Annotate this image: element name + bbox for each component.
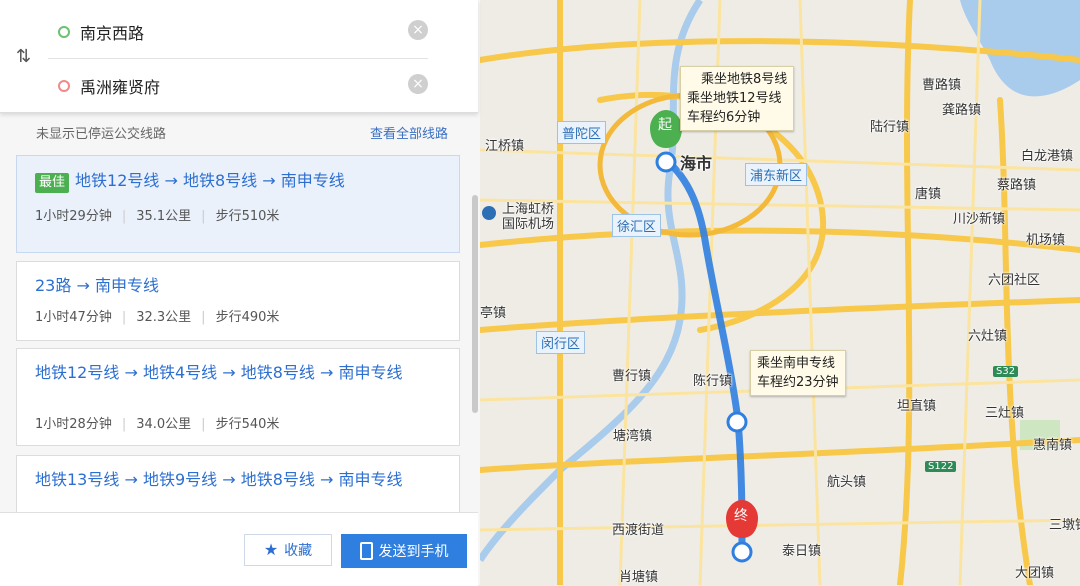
field-divider (48, 58, 428, 59)
route-walk: 步行540米 (215, 417, 280, 432)
transfer-icon (726, 411, 748, 433)
route-title: 地铁12号线 → 地铁4号线 → 地铁8号线 → 南申专线 (35, 363, 403, 382)
route-card-3[interactable]: 地铁12号线 → 地铁4号线 → 地铁8号线 → 南申专线 1小时28分钟 | 34… (16, 348, 460, 446)
route-walk: 步行490米 (215, 310, 280, 325)
route-card-2[interactable]: 23路 → 南申专线 1小时47分钟 | 32.3公里 | 步行490米 (16, 261, 460, 341)
swap-icon[interactable]: ⇅ (16, 46, 31, 67)
place-label: 蔡路镇 (997, 178, 1037, 193)
send-to-phone-button[interactable]: 发送到手机 (341, 534, 467, 568)
place-label: 亭镇 (480, 306, 507, 321)
callout-line: 车程约23分钟 (757, 375, 839, 390)
place-label: 泰日镇 (782, 544, 822, 559)
route-card-1[interactable]: 最佳 地铁12号线 → 地铁8号线 → 南申专线 1小时29分钟 | 35.1公里 | 步… (16, 155, 460, 253)
route-title-text: 地铁12号线 → 地铁8号线 → 南申专线 (75, 171, 345, 190)
district-label[interactable]: 闵行区 (536, 331, 586, 354)
destination-field[interactable]: 禹洲雍贤府 × (48, 60, 428, 112)
callout-line: 乘坐地铁12号线 (687, 91, 782, 106)
place-label: 三墩镇 (1049, 518, 1080, 533)
place-label: 塘湾镇 (613, 429, 653, 444)
route-meta: 1小时28分钟 | 34.0公里 | 步行540米 (35, 417, 280, 432)
route-panel: ⇅ 南京西路 × 禹洲雍贤府 × 未显示已停运公交线路 查看全部线路 最佳 地铁1… (0, 0, 480, 586)
clear-destination-icon[interactable]: × (408, 74, 428, 94)
highway-shield: S122 (925, 461, 957, 472)
view-all-routes-link[interactable]: 查看全部线路 (370, 123, 448, 142)
place-label: 六灶镇 (968, 329, 1008, 344)
city-label: 海市 (680, 154, 713, 173)
place-label: 曹路镇 (922, 78, 962, 93)
route-distance: 32.3公里 (136, 310, 192, 325)
place-label: 白龙港镇 (1021, 149, 1074, 164)
route-time: 1小时28分钟 (35, 417, 112, 432)
district-label[interactable]: 普陀区 (557, 121, 607, 144)
scrollbar[interactable] (472, 195, 478, 413)
place-label: 唐镇 (915, 187, 942, 202)
route-title: 地铁13号线 → 地铁9号线 → 地铁8号线 → 南申专线 (35, 470, 403, 489)
start-stop-icon (655, 151, 677, 173)
place-label: 川沙新镇 (953, 212, 1006, 227)
highway-shield: S32 (993, 366, 1019, 377)
place-label: 江桥镇 (485, 139, 525, 154)
origin-dot-icon (58, 26, 70, 38)
airport-icon (482, 206, 496, 220)
place-label: 陆行镇 (870, 120, 910, 135)
origin-text[interactable]: 南京西路 (80, 20, 144, 44)
start-marker-label: 起 (658, 117, 672, 133)
place-label: 六团社区 (988, 273, 1041, 288)
place-label: 三灶镇 (985, 406, 1025, 421)
route-title: 最佳 地铁12号线 → 地铁8号线 → 南申专线 (35, 170, 345, 193)
collect-button[interactable]: ★ 收藏 (244, 534, 332, 566)
action-bar: ★ 收藏 发送到手机 (0, 512, 478, 586)
place-label: 航头镇 (827, 475, 867, 490)
route-meta: 1小时29分钟 | 35.1公里 | 步行510米 (35, 209, 280, 224)
place-label: 国际机场 (502, 217, 555, 232)
end-stop-icon (731, 541, 753, 563)
notice-text: 未显示已停运公交线路 (36, 127, 167, 142)
callout-line: 乘坐地铁8号线 (701, 72, 788, 87)
route-callout-metro[interactable]: 乘坐地铁8号线 乘坐地铁12号线 车程约6分钟 (680, 66, 795, 131)
route-title: 23路 → 南申专线 (35, 276, 159, 295)
route-distance: 34.0公里 (136, 417, 192, 432)
clear-origin-icon[interactable]: × (408, 20, 428, 40)
route-meta: 1小时47分钟 | 32.3公里 | 步行490米 (35, 310, 280, 325)
place-label: 大团镇 (1015, 566, 1055, 581)
destination-text[interactable]: 禹洲雍贤府 (80, 74, 160, 98)
route-time: 1小时29分钟 (35, 209, 112, 224)
place-label: 曹行镇 (612, 369, 652, 384)
route-walk: 步行510米 (215, 209, 280, 224)
route-callout-bus[interactable]: 乘坐南申专线 车程约23分钟 (750, 350, 846, 396)
river-huangpu (477, 0, 703, 562)
best-badge: 最佳 (35, 173, 70, 193)
route-card-4[interactable]: 地铁13号线 → 地铁9号线 → 地铁8号线 → 南申专线 (16, 455, 460, 513)
phone-icon (359, 542, 373, 560)
place-label: 陈行镇 (693, 374, 733, 389)
place-label: 龚路镇 (942, 103, 982, 118)
send-label: 发送到手机 (378, 543, 449, 559)
district-label[interactable]: 徐汇区 (612, 214, 662, 237)
place-label: 西渡街道 (612, 523, 665, 538)
district-label[interactable]: 浦东新区 (745, 163, 808, 186)
notice-bar: 未显示已停运公交线路 查看全部线路 (16, 121, 458, 145)
route-distance: 35.1公里 (136, 209, 192, 224)
search-box: ⇅ 南京西路 × 禹洲雍贤府 × (0, 0, 478, 113)
star-icon: ★ (263, 542, 279, 559)
route-time: 1小时47分钟 (35, 310, 112, 325)
callout-line: 乘坐南申专线 (757, 356, 836, 371)
destination-dot-icon (58, 80, 70, 92)
place-label: 机场镇 (1026, 233, 1066, 248)
collect-label: 收藏 (284, 542, 313, 558)
origin-field[interactable]: 南京西路 × (48, 6, 428, 58)
place-label: 肖塘镇 (619, 570, 659, 585)
callout-line: 车程约6分钟 (687, 110, 761, 125)
place-label: 惠南镇 (1033, 438, 1073, 453)
end-marker-label: 终 (734, 508, 748, 524)
place-label: 坦直镇 (897, 399, 937, 414)
